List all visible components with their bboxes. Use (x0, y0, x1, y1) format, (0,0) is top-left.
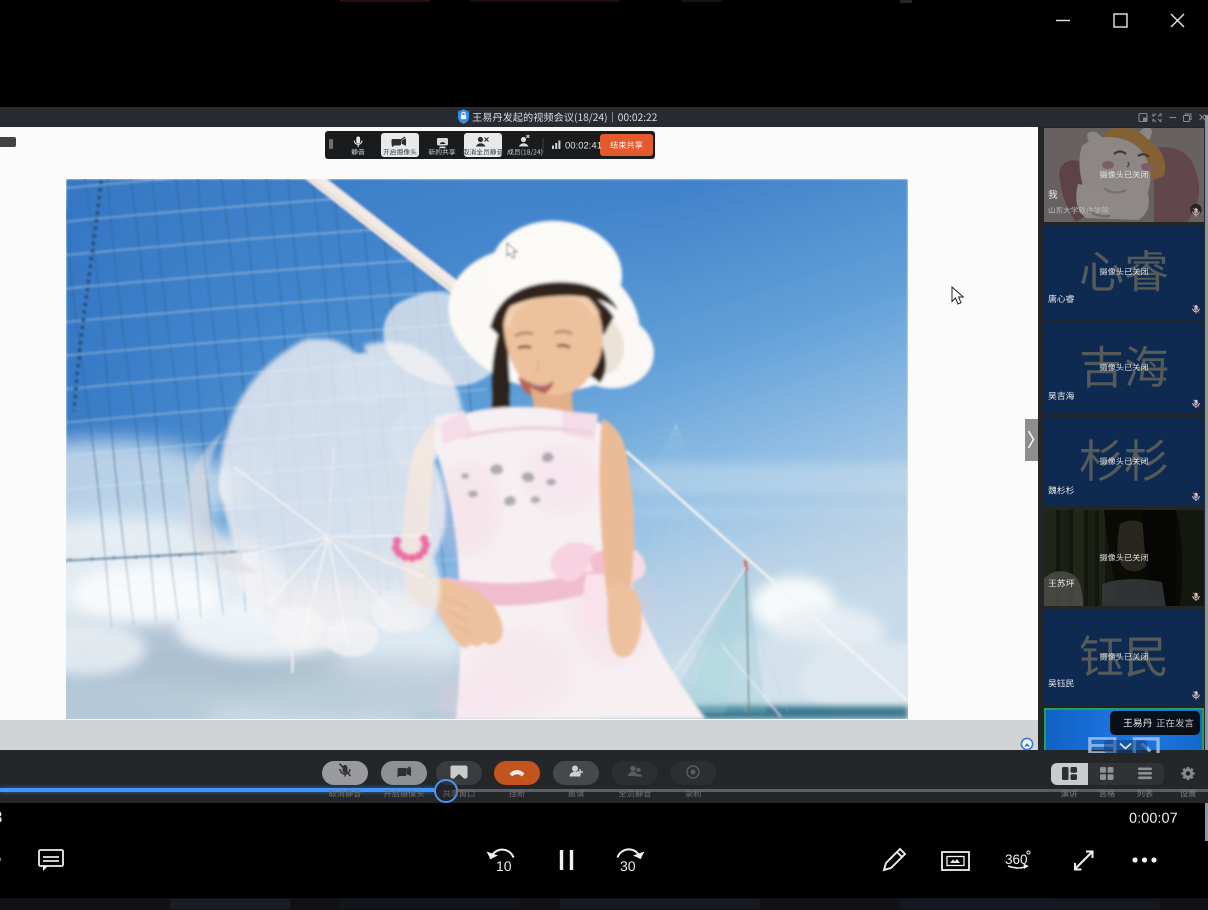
svg-text:360: 360 (1005, 852, 1028, 867)
